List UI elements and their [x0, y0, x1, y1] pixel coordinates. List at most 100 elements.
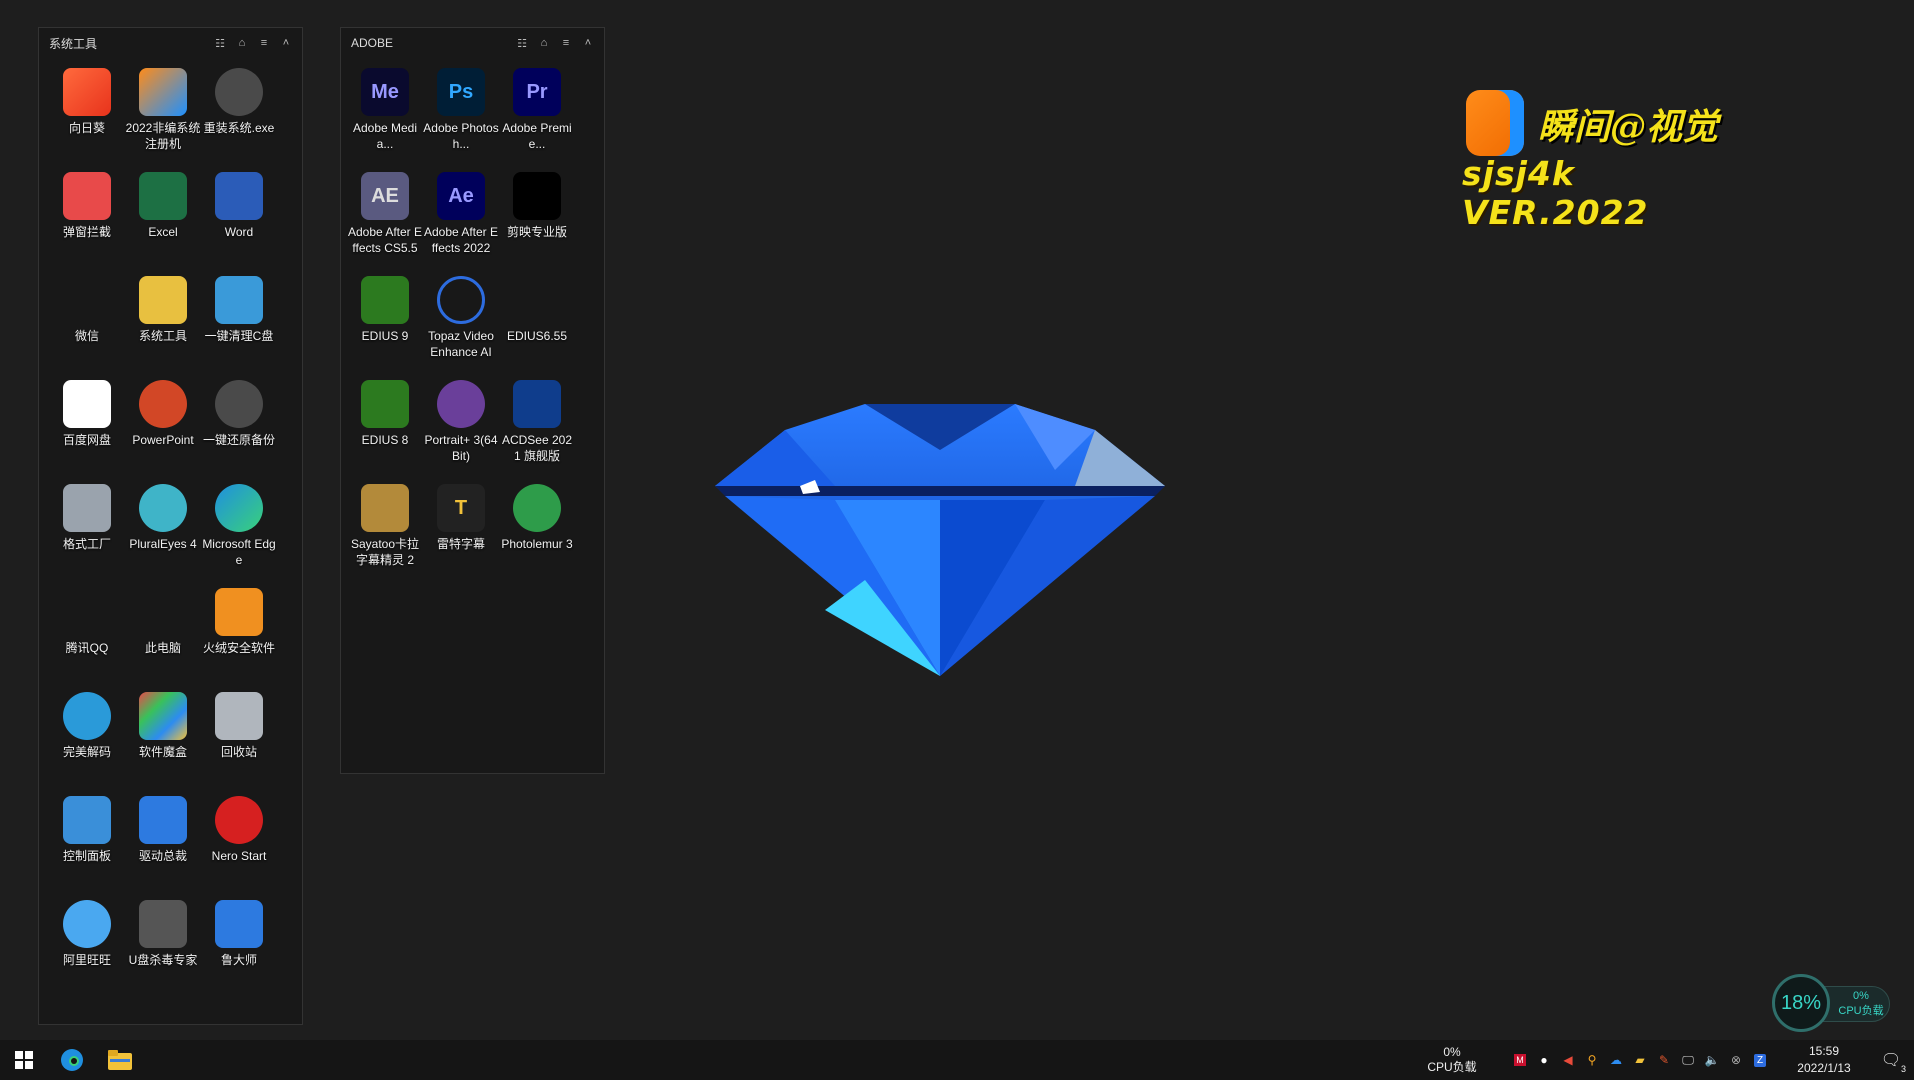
- view-list-icon[interactable]: ☷: [214, 37, 226, 50]
- desktop-shortcut[interactable]: 此电脑: [125, 582, 201, 686]
- desktop-shortcut[interactable]: Nero Start: [201, 790, 277, 894]
- shortcut-label: EDIUS6.55: [506, 329, 568, 343]
- taskbar-edge[interactable]: [48, 1040, 96, 1080]
- shortcut-label: 2022非编系统注册机: [125, 121, 201, 151]
- tray-cpu-value: 0%: [1443, 1045, 1461, 1059]
- tray-arrow-icon[interactable]: ◀: [1556, 1040, 1580, 1080]
- sjsj4k-icon: [139, 68, 187, 116]
- start-button[interactable]: [0, 1040, 48, 1080]
- desktop-shortcut[interactable]: PluralEyes 4: [125, 478, 201, 582]
- notification-center-button[interactable]: 🗨 3: [1868, 1040, 1914, 1080]
- folder-icon: [108, 1050, 132, 1070]
- desktop-shortcut[interactable]: EDIUS 8: [347, 374, 423, 478]
- menu-icon[interactable]: ≡: [258, 37, 270, 49]
- desktop-shortcut[interactable]: Microsoft Edge: [201, 478, 277, 582]
- desktop-shortcut[interactable]: 弹窗拦截: [49, 166, 125, 270]
- shortcut-label: PluralEyes 4: [129, 537, 197, 551]
- desktop-shortcut[interactable]: EDIUS 9: [347, 270, 423, 374]
- desktop-shortcut[interactable]: AE Adobe After Effects CS5.5: [347, 166, 423, 270]
- fence-header[interactable]: 系统工具 ☷ ⌂ ≡ ˄: [39, 28, 302, 58]
- desktop-shortcut[interactable]: ACDSee 2021 旗舰版: [499, 374, 575, 478]
- desktop-shortcut[interactable]: 软件魔盒: [125, 686, 201, 790]
- desktop-shortcut[interactable]: 格式工厂: [49, 478, 125, 582]
- tray-app-icon[interactable]: M: [1508, 1040, 1532, 1080]
- tray-qq-icon[interactable]: ●: [1532, 1040, 1556, 1080]
- collapse-icon[interactable]: ˄: [582, 37, 594, 49]
- shortcut-label: 软件魔盒: [138, 745, 187, 759]
- huorong-icon: [215, 588, 263, 636]
- desktop-shortcut[interactable]: PowerPoint: [125, 374, 201, 478]
- system-tools-icon: [139, 276, 187, 324]
- tray-tool-icon[interactable]: ✎: [1652, 1040, 1676, 1080]
- desktop-shortcut[interactable]: 回收站: [201, 686, 277, 790]
- shortcut-label: Sayatoo卡拉字幕精灵 2: [350, 537, 420, 567]
- desktop-shortcut[interactable]: 火绒安全软件: [201, 582, 277, 686]
- cpu-gauge: 18%: [1772, 974, 1830, 1032]
- clean-c-icon: [215, 276, 263, 324]
- shortcut-label: Adobe After Effects CS5.5: [347, 225, 423, 255]
- sayatoo-icon: [361, 484, 409, 532]
- desktop-shortcut[interactable]: Pr Adobe Premie...: [499, 62, 575, 166]
- desktop-shortcut[interactable]: 一键清理C盘: [201, 270, 277, 374]
- desktop-shortcut[interactable]: Portrait+ 3(64 Bit): [423, 374, 499, 478]
- tray-folder-icon[interactable]: ▰: [1628, 1040, 1652, 1080]
- logo-chinese-text: 瞬间@视觉: [1538, 106, 1719, 148]
- tray-baidu-icon[interactable]: ☁: [1604, 1040, 1628, 1080]
- lock-icon[interactable]: ⌂: [538, 37, 550, 49]
- desktop-shortcut[interactable]: Excel: [125, 166, 201, 270]
- desktop-shortcut[interactable]: 完美解码: [49, 686, 125, 790]
- desktop-shortcut[interactable]: Ps Adobe Photosh...: [423, 62, 499, 166]
- cpu-monitor-widget[interactable]: 0% CPU负载 18%: [1772, 974, 1890, 1034]
- jianying-icon: [513, 172, 561, 220]
- view-list-icon[interactable]: ☷: [516, 37, 528, 50]
- menu-icon[interactable]: ≡: [560, 37, 572, 49]
- shortcut-label: 控制面板: [62, 849, 111, 863]
- desktop-shortcut[interactable]: 重装系统.exe: [201, 62, 277, 166]
- desktop-shortcut[interactable]: 剪映专业版: [499, 166, 575, 270]
- shortcut-label: Photolemur 3: [501, 537, 573, 551]
- desktop-shortcut[interactable]: 阿里旺旺: [49, 894, 125, 998]
- desktop-shortcut[interactable]: Word: [201, 166, 277, 270]
- desktop-shortcut[interactable]: 控制面板: [49, 790, 125, 894]
- shortcut-label: 阿里旺旺: [62, 953, 111, 967]
- windows-icon: [15, 1051, 33, 1069]
- desktop-shortcut[interactable]: 鲁大师: [201, 894, 277, 998]
- desktop-shortcut[interactable]: 驱动总裁: [125, 790, 201, 894]
- shortcut-label: Nero Start: [211, 849, 267, 863]
- tray-volume-muted-icon[interactable]: 🔈: [1700, 1040, 1724, 1080]
- edge-icon: [215, 484, 263, 532]
- tray-cpu-meter[interactable]: 0% CPU负载: [1422, 1045, 1482, 1075]
- edius8-icon: [361, 380, 409, 428]
- desktop-shortcut[interactable]: 微信: [49, 270, 125, 374]
- tray-search-icon[interactable]: ⚲: [1580, 1040, 1604, 1080]
- tray-close-icon[interactable]: ⊗: [1724, 1040, 1748, 1080]
- desktop-shortcut[interactable]: 腾讯QQ: [49, 582, 125, 686]
- desktop-shortcut[interactable]: T 雷特字幕: [423, 478, 499, 582]
- desktop-shortcut[interactable]: 系统工具: [125, 270, 201, 374]
- format-factory-icon: [63, 484, 111, 532]
- desktop-shortcut[interactable]: Sayatoo卡拉字幕精灵 2: [347, 478, 423, 582]
- desktop-shortcut[interactable]: U盘杀毒专家: [125, 894, 201, 998]
- tray-network-icon[interactable]: 🖵: [1676, 1040, 1700, 1080]
- desktop-shortcut[interactable]: 百度网盘: [49, 374, 125, 478]
- portrait-plus-icon: [437, 380, 485, 428]
- desktop-shortcut[interactable]: Topaz Video Enhance AI: [423, 270, 499, 374]
- desktop-shortcut[interactable]: 2022非编系统注册机: [125, 62, 201, 166]
- collapse-icon[interactable]: ˄: [280, 37, 292, 49]
- tray-ime-icon[interactable]: Z: [1748, 1040, 1772, 1080]
- desktop-shortcut[interactable]: 一键还原备份: [201, 374, 277, 478]
- lock-icon[interactable]: ⌂: [236, 37, 248, 49]
- nero-icon: [215, 796, 263, 844]
- desktop-shortcut[interactable]: Ae Adobe After Effects 2022: [423, 166, 499, 270]
- desktop-shortcut[interactable]: 向日葵: [49, 62, 125, 166]
- desktop-shortcut[interactable]: EDIUS6.55: [499, 270, 575, 374]
- potplayer-icon: [63, 692, 111, 740]
- topaz-icon: [437, 276, 485, 324]
- reinstall-icon: [215, 68, 263, 116]
- clock[interactable]: 15:59 2022/1/13: [1780, 1043, 1868, 1077]
- desktop-shortcut[interactable]: Photolemur 3: [499, 478, 575, 582]
- fence-header[interactable]: ADOBE ☷ ⌂ ≡ ˄: [341, 28, 604, 58]
- taskbar-file-explorer[interactable]: [96, 1040, 144, 1080]
- desktop-shortcut[interactable]: Me Adobe Media...: [347, 62, 423, 166]
- this-pc-icon: [139, 588, 187, 636]
